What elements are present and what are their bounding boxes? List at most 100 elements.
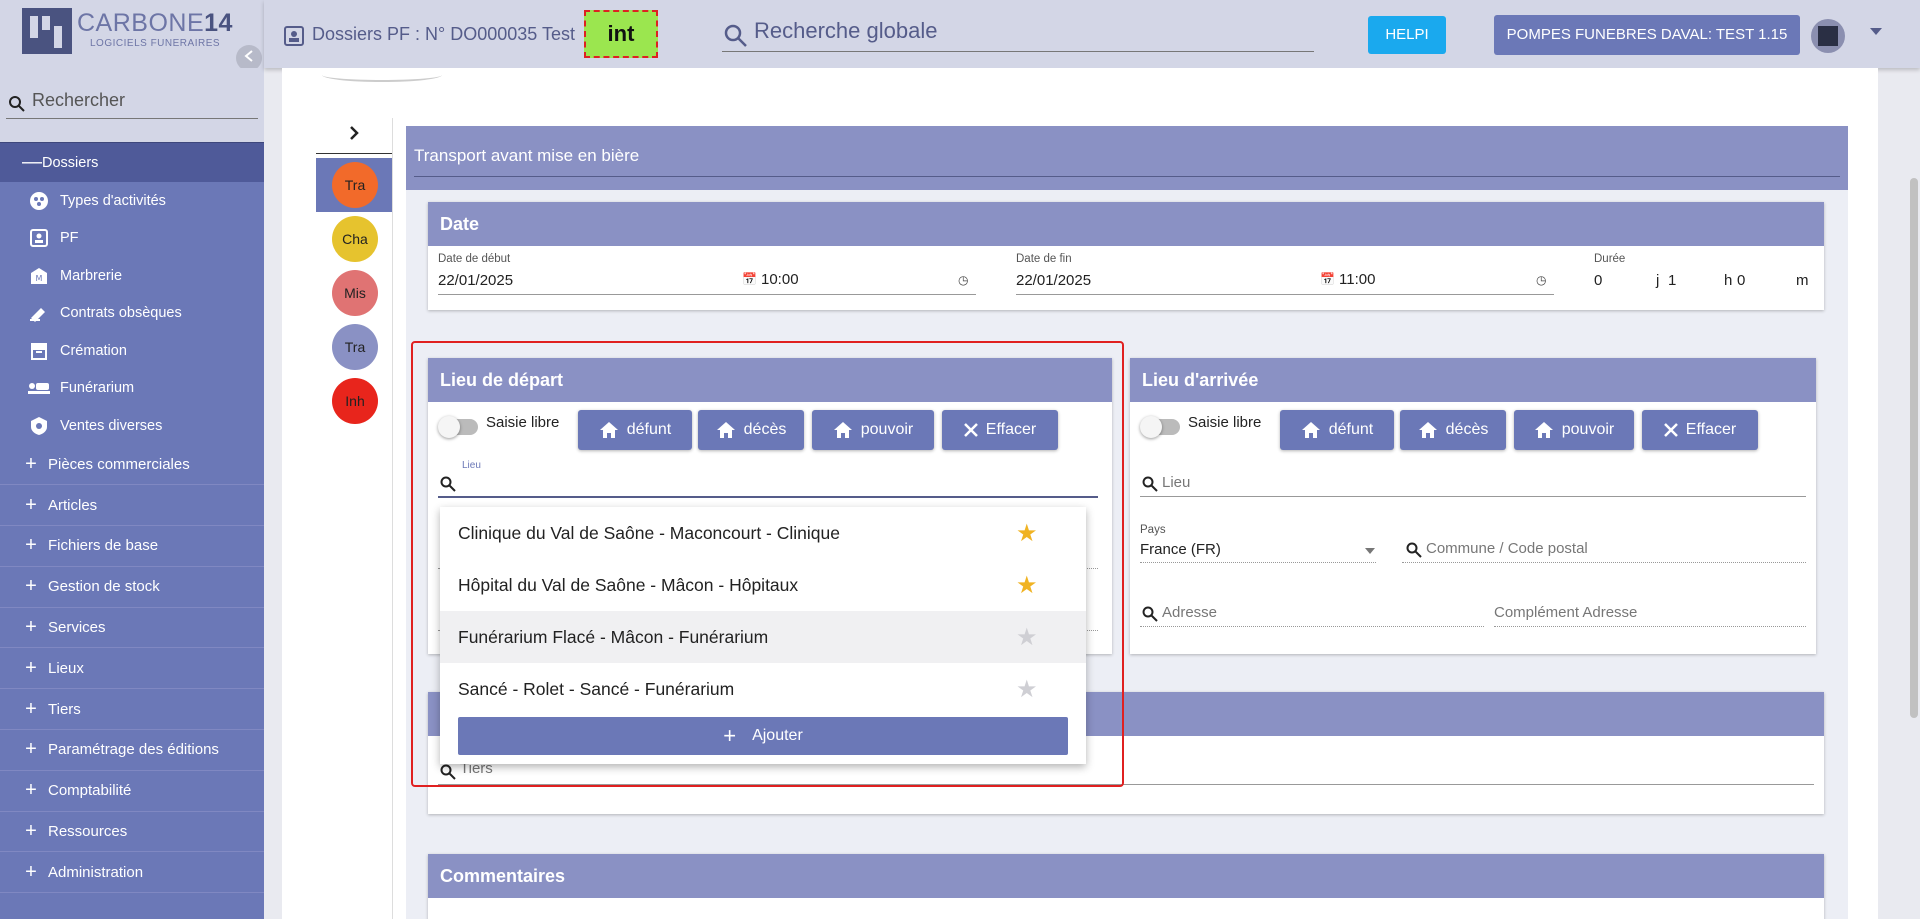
end-time-input[interactable]: 11:00 — [1339, 271, 1375, 288]
date-panel: Date Date de début 22/01/2025 📅 10:00 ◷ … — [428, 202, 1824, 310]
free-input-toggle[interactable] — [1140, 416, 1180, 438]
home-icon — [1301, 421, 1321, 439]
start-date-input[interactable]: 22/01/2025 — [438, 272, 513, 289]
lieu-dropdown: Clinique du Val de Saône - Maconcourt - … — [440, 507, 1086, 764]
plus-icon: + — [25, 452, 37, 475]
calendar-icon[interactable]: 📅 — [1320, 272, 1335, 286]
sidebar-item-articles[interactable]: + Articles — [0, 485, 264, 527]
dropdown-option[interactable]: Hôpital du Val de Saône - Mâcon - Hôpita… — [440, 559, 1086, 611]
calendar-icon[interactable]: 📅 — [742, 272, 757, 286]
sidebar-item-parametrage-editions[interactable]: + Paramétrage des éditions — [0, 730, 264, 771]
logo-subtitle: LOGICIELS FUNERAIRES — [90, 38, 221, 49]
sidebar-item-label: Tiers — [48, 700, 81, 718]
star-icon[interactable]: ★ — [1016, 623, 1038, 652]
tab-inhumation[interactable]: Inh — [332, 378, 378, 424]
sidebar-item-label: Articles — [48, 496, 98, 514]
clock-icon[interactable]: ◷ — [958, 273, 968, 287]
defunt-button[interactable]: défunt — [1280, 410, 1394, 450]
tab-transport-2[interactable]: Tra — [332, 324, 378, 370]
sidebar-item-marbrerie[interactable]: M Marbrerie — [0, 257, 264, 295]
sidebar-item-ventes-diverses[interactable]: Ventes diverses — [0, 407, 264, 445]
lieu-input[interactable]: Lieu — [1162, 474, 1190, 491]
chevron-left-icon — [244, 50, 253, 62]
plus-icon: + — [25, 656, 37, 679]
page-scrollbar[interactable] — [1910, 178, 1918, 718]
sidebar-item-label: Paramétrage des éditions — [48, 741, 219, 759]
address-extra-input[interactable]: Complément Adresse — [1494, 604, 1637, 621]
free-input-label: Saisie libre — [1188, 414, 1262, 431]
plus-icon: + — [25, 738, 37, 761]
country-select[interactable]: France (FR) — [1140, 541, 1221, 558]
sidebar-search[interactable]: Rechercher — [0, 68, 264, 142]
global-search[interactable]: Recherche globale — [722, 16, 1314, 52]
dropdown-option[interactable]: Clinique du Val de Saône - Maconcourt - … — [440, 507, 1086, 559]
dossiers-submenu: Types d'activités PF M Marbrerie Contrat… — [0, 182, 264, 445]
search-icon — [724, 24, 748, 53]
duration-minutes-input[interactable]: 0 — [1737, 272, 1745, 289]
sidebar-search-input[interactable]: Rechercher — [32, 90, 125, 111]
start-time-input[interactable]: 10:00 — [761, 271, 799, 288]
add-lieu-button[interactable]: + Ajouter — [458, 717, 1068, 755]
sidebar-item-label: Fichiers de base — [48, 537, 159, 555]
tab-mise-en-biere[interactable]: Mis — [332, 270, 378, 316]
section-title: Transport avant mise en bière — [414, 146, 640, 165]
pouvoir-button[interactable]: pouvoir — [1514, 410, 1634, 450]
option-label: Clinique du Val de Saône - Maconcourt - … — [458, 523, 840, 543]
dropdown-option[interactable]: Sancé - Rolet - Sancé - Funérarium ★ — [440, 663, 1086, 715]
chevron-down-icon[interactable] — [1365, 548, 1375, 554]
sidebar-section-dossiers[interactable]: — Dossiers — [0, 142, 264, 182]
avatar[interactable] — [1811, 19, 1845, 53]
sidebar-item-types-activites[interactable]: Types d'activités — [0, 182, 264, 220]
clear-button[interactable]: Effacer — [1642, 410, 1758, 450]
star-icon[interactable]: ★ — [1016, 571, 1038, 600]
start-date-label: Date de début — [438, 253, 511, 265]
top-header: Dossiers PF : N° DO000035 Test int Reche… — [264, 0, 1920, 68]
sales-icon — [28, 416, 50, 436]
carbone14-logo — [22, 8, 72, 54]
duration-hours-input[interactable]: 1 — [1668, 272, 1676, 289]
tab-chambre[interactable]: Cha — [332, 216, 378, 262]
sidebar-item-ressources[interactable]: + Ressources — [0, 812, 264, 853]
environment-badge: int — [584, 10, 658, 58]
address-input[interactable]: Adresse — [1162, 604, 1217, 621]
marbrerie-icon: M — [28, 266, 50, 286]
close-icon — [1663, 423, 1678, 437]
help-button[interactable]: HELPI — [1368, 16, 1446, 54]
duration-days-input[interactable]: 0 — [1594, 272, 1602, 289]
duration-label: Durée — [1594, 253, 1626, 265]
deces-button[interactable]: décès — [1400, 410, 1506, 450]
sidebar-item-label: Funérarium — [60, 380, 135, 397]
sidebar-item-cremation[interactable]: Crémation — [0, 332, 264, 370]
expand-tabs-button[interactable] — [316, 118, 392, 154]
plus-icon: + — [25, 616, 37, 639]
company-button[interactable]: POMPES FUNEBRES DAVAL: TEST 1.15 — [1494, 15, 1800, 55]
plus-icon: + — [25, 779, 37, 802]
sidebar-item-label: Gestion de stock — [48, 578, 160, 596]
star-icon[interactable]: ★ — [1016, 675, 1038, 704]
cremation-icon — [28, 341, 50, 361]
sidebar-item-tiers[interactable]: + Tiers — [0, 689, 264, 731]
dropdown-option[interactable]: Funérarium Flacé - Mâcon - Funérarium ★ — [440, 611, 1086, 663]
search-icon — [8, 95, 26, 118]
sidebar-item-gestion-de-stock[interactable]: + Gestion de stock — [0, 567, 264, 608]
star-icon[interactable]: ★ — [1016, 519, 1038, 548]
sidebar-item-label: Services — [48, 619, 106, 637]
plus-icon: + — [25, 575, 37, 598]
sidebar-item-fichiers-de-base[interactable]: + Fichiers de base — [0, 526, 264, 567]
sidebar-item-comptabilite[interactable]: + Comptabilité — [0, 771, 264, 812]
global-search-input[interactable]: Recherche globale — [754, 18, 937, 44]
sidebar-item-pieces-commerciales[interactable]: + Pièces commerciales — [0, 445, 264, 486]
sidebar-item-lieux[interactable]: + Lieux — [0, 648, 264, 690]
home-icon — [1534, 421, 1554, 439]
end-date-input[interactable]: 22/01/2025 — [1016, 272, 1091, 289]
sidebar-item-services[interactable]: + Services — [0, 608, 264, 649]
sidebar-item-funerarium[interactable]: Funérarium — [0, 370, 264, 408]
chevron-down-icon[interactable] — [1870, 28, 1882, 35]
clock-icon[interactable]: ◷ — [1536, 273, 1546, 287]
sidebar-item-contrats-obseques[interactable]: Contrats obsèques — [0, 295, 264, 333]
tab-transport[interactable]: Tra — [332, 162, 378, 208]
commune-input[interactable]: Commune / Code postal — [1426, 540, 1588, 557]
sidebar-item-administration[interactable]: + Administration — [0, 852, 264, 894]
pf-icon — [28, 228, 50, 248]
sidebar-item-pf[interactable]: PF — [0, 220, 264, 258]
